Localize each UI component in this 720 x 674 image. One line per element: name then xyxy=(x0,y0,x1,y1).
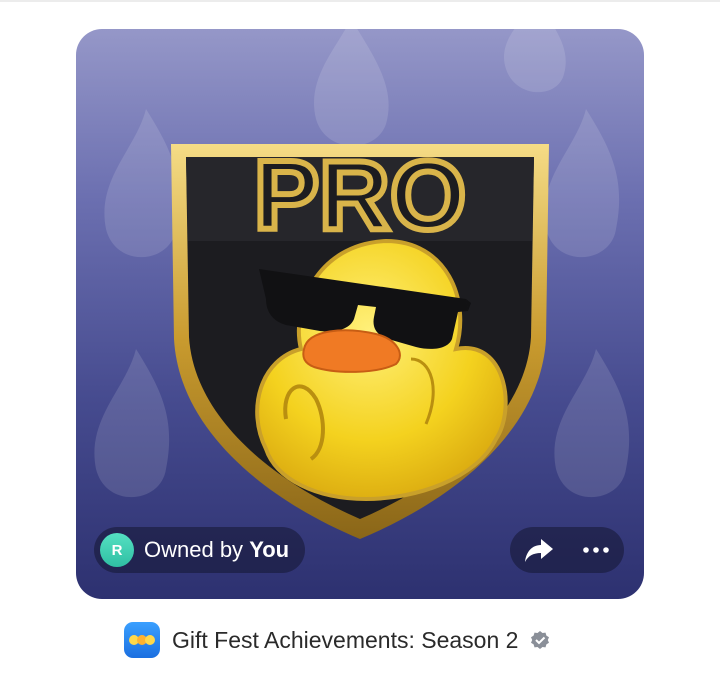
top-divider xyxy=(0,0,720,2)
owner-label: Owned by You xyxy=(144,537,289,563)
pro-lettering: PRO xyxy=(254,140,466,250)
nft-card[interactable]: PRO R Owned by You xyxy=(76,29,644,599)
collection-app-icon xyxy=(124,622,160,658)
collection-name: Gift Fest Achievements: Season 2 xyxy=(172,626,519,653)
verified-badge-icon xyxy=(531,631,550,649)
more-button[interactable] xyxy=(573,527,619,573)
collection-link[interactable]: Gift Fest Achievements: Season 2 xyxy=(124,622,550,658)
pro-duck-artwork: PRO xyxy=(94,29,630,539)
owner-name: You xyxy=(249,537,290,562)
owner-avatar: R xyxy=(100,533,134,567)
owner-badge[interactable]: R Owned by You xyxy=(94,527,306,573)
card-actions xyxy=(510,527,624,573)
more-dots-icon xyxy=(582,547,609,553)
owner-label-prefix: Owned by xyxy=(144,537,244,562)
share-button[interactable] xyxy=(516,527,562,573)
share-arrow-icon xyxy=(524,539,553,562)
